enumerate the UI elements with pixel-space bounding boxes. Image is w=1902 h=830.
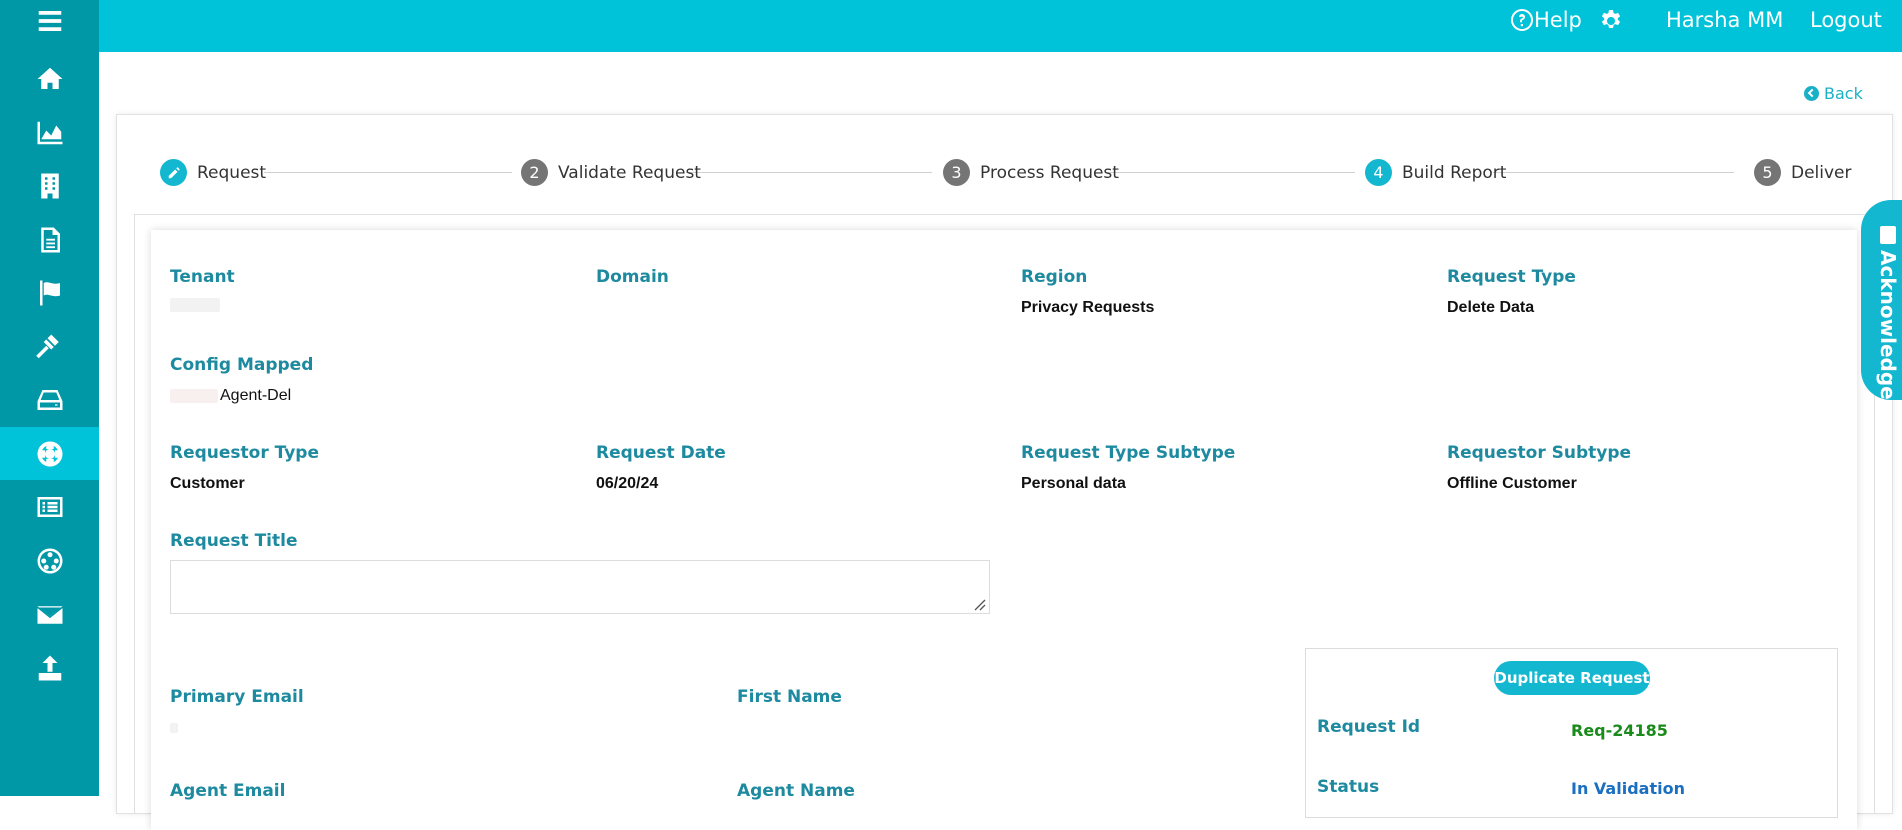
region-value: Privacy Requests <box>1021 299 1155 316</box>
request-type-value: Delete Data <box>1447 299 1535 316</box>
step-connector <box>264 172 512 173</box>
building-icon[interactable] <box>0 159 99 212</box>
chart-area-icon[interactable] <box>0 106 99 159</box>
step-connector <box>1493 172 1734 173</box>
step-connector <box>686 172 932 173</box>
requestor-subtype-label: Requestor Subtype <box>1447 443 1632 463</box>
step-number: 5 <box>1754 159 1781 186</box>
domain-label: Domain <box>596 267 669 287</box>
request-title-label: Request Title <box>170 531 298 551</box>
request-date-label: Request Date <box>596 443 726 463</box>
request-id-value: Req-24185 <box>1571 721 1668 740</box>
upload-icon[interactable] <box>0 641 99 694</box>
help-icon <box>1511 9 1534 31</box>
step-label: Deliver <box>1791 162 1852 183</box>
menu-icon[interactable] <box>0 0 99 42</box>
gavel-icon[interactable] <box>0 320 99 373</box>
step-build-report[interactable]: 4 Build Report <box>1365 159 1506 186</box>
step-validate-request[interactable]: 2 Validate Request <box>521 159 701 186</box>
agent-name-label: Agent Name <box>737 781 855 801</box>
primary-email-value-redacted <box>170 723 178 733</box>
request-type-subtype-label: Request Type Subtype <box>1021 443 1236 463</box>
back-link[interactable]: Back <box>1804 84 1863 103</box>
step-label: Validate Request <box>558 162 701 183</box>
config-prefix-redacted <box>170 389 218 403</box>
edit-pencil-icon <box>160 159 187 186</box>
settings-gear-icon[interactable] <box>1599 9 1623 33</box>
resize-handle-icon[interactable] <box>972 597 986 611</box>
primary-email-label: Primary Email <box>170 687 304 707</box>
request-type-label: Request Type <box>1447 267 1576 287</box>
step-deliver[interactable]: 5 Deliver <box>1754 159 1852 186</box>
step-process-request[interactable]: 3 Process Request <box>943 159 1119 186</box>
request-date-value: 06/20/24 <box>596 475 659 492</box>
home-icon[interactable] <box>0 52 99 105</box>
network-icon[interactable] <box>0 534 99 587</box>
sidebar <box>0 0 99 796</box>
step-label: Build Report <box>1402 162 1507 183</box>
mail-icon[interactable] <box>0 588 99 641</box>
request-id-label: Request Id <box>1317 717 1421 737</box>
tenant-label: Tenant <box>170 267 235 287</box>
back-label: Back <box>1824 84 1863 103</box>
config-mapped-value: Agent-Del <box>220 387 292 404</box>
requestor-type-value: Customer <box>170 475 245 492</box>
acknowledge-label: Acknowledge <box>1876 250 1900 400</box>
user-name[interactable]: Harsha MM <box>1666 8 1783 32</box>
list-icon[interactable] <box>0 480 99 533</box>
document-icon[interactable] <box>0 213 99 266</box>
config-mapped-label: Config Mapped <box>170 355 314 375</box>
request-title-input[interactable] <box>170 560 990 614</box>
requestor-type-label: Requestor Type <box>170 443 320 463</box>
support-lifebuoy-icon[interactable] <box>0 427 99 480</box>
status-value: In Validation <box>1571 779 1685 798</box>
step-request[interactable]: Request <box>160 159 266 186</box>
step-number: 4 <box>1365 159 1392 186</box>
tenant-value-redacted <box>170 298 220 312</box>
message-icon <box>1880 226 1896 244</box>
step-number: 2 <box>521 159 548 186</box>
top-bar: Help Harsha MM Logout <box>99 0 1902 52</box>
region-label: Region <box>1021 267 1088 287</box>
flag-icon[interactable] <box>0 266 99 319</box>
help-link[interactable]: Help <box>1510 8 1582 32</box>
agent-email-label: Agent Email <box>170 781 286 801</box>
back-arrow-icon <box>1804 86 1819 101</box>
first-name-label: First Name <box>737 687 842 707</box>
step-number: 3 <box>943 159 970 186</box>
requestor-subtype-value: Offline Customer <box>1447 475 1577 492</box>
status-label: Status <box>1317 777 1380 797</box>
help-label: Help <box>1534 8 1582 32</box>
step-connector <box>1108 172 1355 173</box>
step-label: Request <box>197 162 267 183</box>
step-label: Process Request <box>980 162 1119 183</box>
logout-link[interactable]: Logout <box>1810 8 1882 32</box>
request-type-subtype-value: Personal data <box>1021 475 1126 492</box>
duplicate-request-button[interactable]: Duplicate Request <box>1494 661 1650 695</box>
storage-drive-icon[interactable] <box>0 373 99 426</box>
